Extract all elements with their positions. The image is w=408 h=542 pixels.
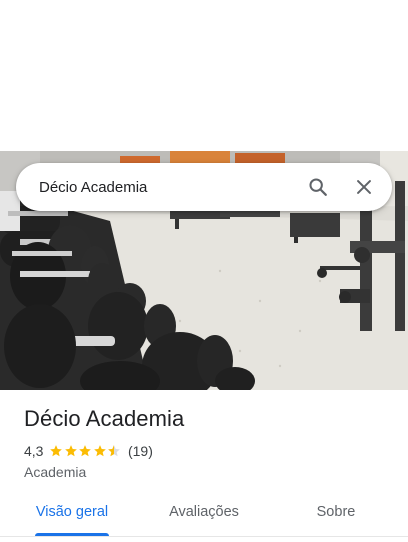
search-button[interactable] [298,167,338,207]
rating-row[interactable]: 4,3 (19) [24,443,153,459]
tab-overview[interactable]: Visão geral [20,496,124,534]
star-icon [65,445,77,457]
tab-reviews[interactable]: Avaliações [152,496,256,534]
star-icon [50,445,63,457]
star-icon [79,445,92,457]
search-icon [309,178,327,196]
review-count: (19) [127,443,153,459]
close-button[interactable] [344,167,384,207]
active-tab-indicator [35,533,109,536]
rating-stars [49,444,122,458]
search-bar [16,163,392,211]
place-category[interactable]: Academia [24,464,86,480]
rating-value: 4,3 [24,443,44,459]
star-half-icon [108,445,121,457]
place-title: Décio Academia [24,406,185,431]
tab-bar: Visão geral Avaliações Sobre [0,496,408,537]
star-icon [94,445,106,457]
search-input[interactable] [16,163,298,211]
tab-about[interactable]: Sobre [284,496,388,534]
close-icon [357,180,371,194]
